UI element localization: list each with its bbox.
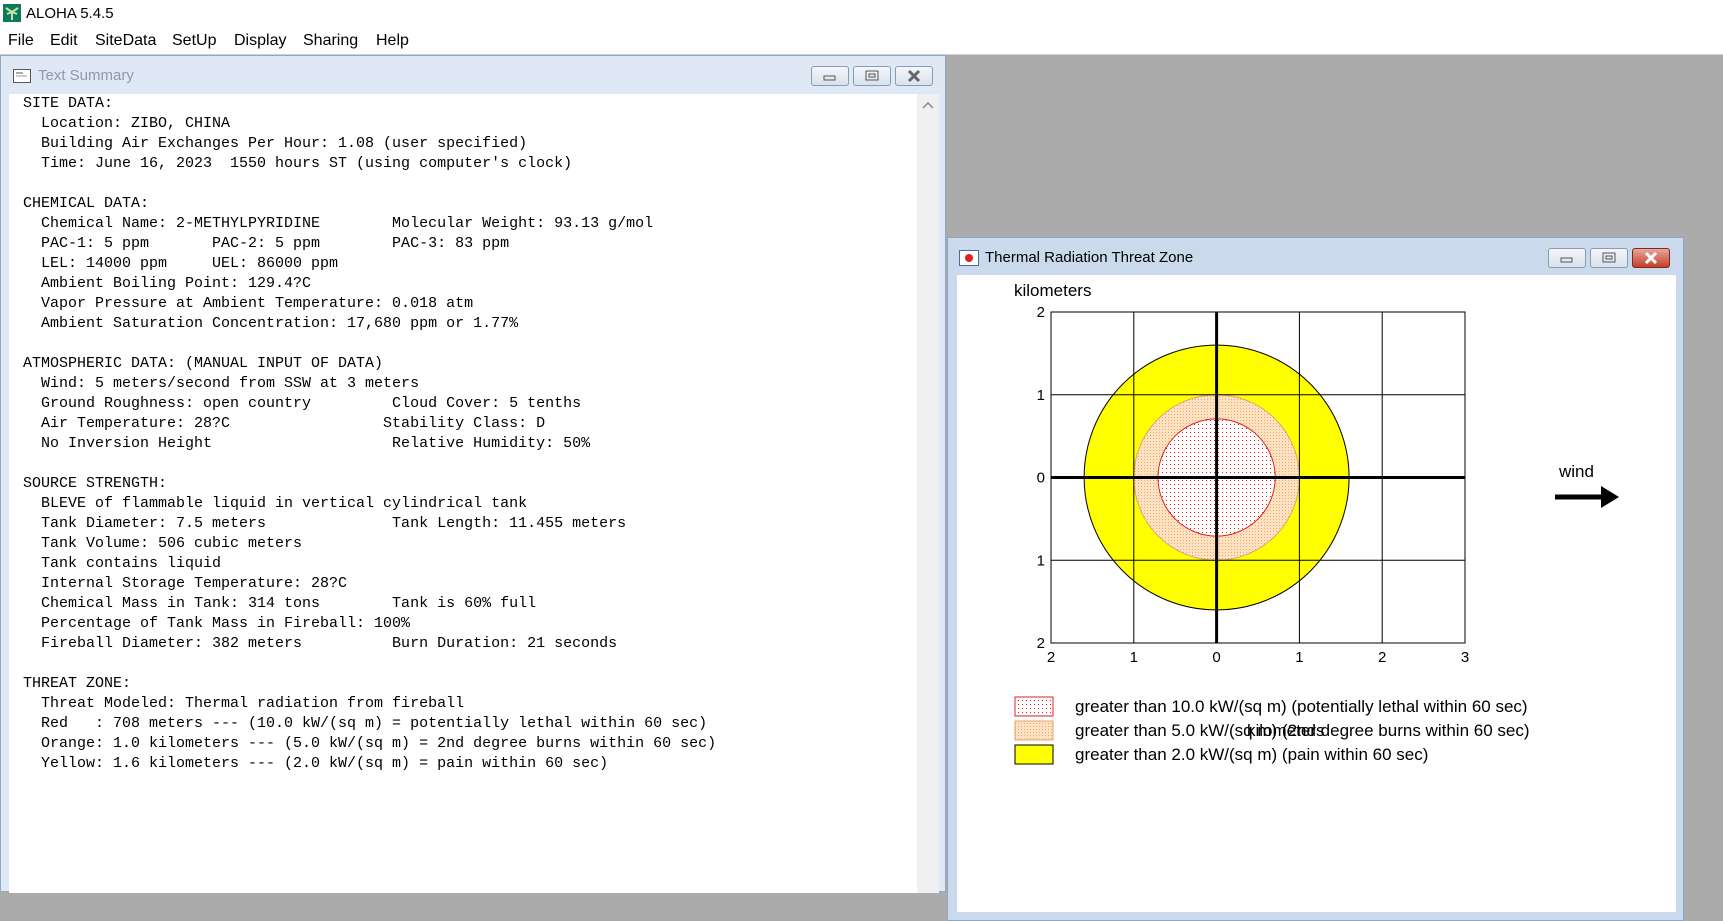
minimize-button[interactable] (811, 66, 849, 86)
maximize-button[interactable] (853, 66, 891, 86)
x-tick-label: 3 (1461, 649, 1469, 666)
restore-icon (865, 70, 879, 81)
threat-zone-window: Thermal Radiation Threat Zone kilometers… (947, 237, 1684, 921)
minimize-icon (1560, 257, 1573, 263)
menu-setup[interactable]: SetUp (172, 32, 216, 50)
legend-label: greater than 10.0 kW/(sq m) (potentially… (1075, 697, 1528, 716)
app-title: ALOHA 5.4.5 (26, 5, 114, 22)
mdi-workspace: Text Summary SITE DATA: Location: ZIBO, … (0, 55, 1723, 921)
y-tick-label: 1 (1037, 387, 1045, 404)
menu-edit[interactable]: Edit (50, 32, 78, 50)
threat-zone-titlebar[interactable]: Thermal Radiation Threat Zone (948, 238, 1683, 274)
document-icon (13, 69, 31, 83)
wind-label: wind (1558, 462, 1594, 481)
x-tick-label: 2 (1378, 649, 1386, 666)
app-titlebar: ALOHA 5.4.5 (0, 0, 1723, 29)
summary-text: SITE DATA: Location: ZIBO, CHINA Buildin… (23, 95, 717, 772)
menu-bar: File Edit SiteData SetUp Display Sharing… (0, 28, 1723, 55)
restore-icon (1602, 252, 1616, 263)
y-tick-label: 2 (1037, 635, 1045, 652)
legend-label: greater than 2.0 kW/(sq m) (pain within … (1075, 745, 1428, 764)
legend-label: greater than 5.0 kW/(sq m) (2nd degree b… (1075, 721, 1530, 740)
text-summary-title: Text Summary (38, 67, 134, 84)
menu-file[interactable]: File (8, 32, 34, 50)
threat-zone-title: Thermal Radiation Threat Zone (985, 249, 1194, 266)
text-summary-window: Text Summary SITE DATA: Location: ZIBO, … (0, 55, 946, 893)
y-tick-label: 2 (1037, 304, 1045, 321)
minimize-button[interactable] (1548, 248, 1586, 268)
x-tick-label: 1 (1130, 649, 1138, 666)
menu-sitedata[interactable]: SiteData (95, 32, 156, 50)
menu-display[interactable]: Display (234, 32, 286, 50)
close-icon (907, 69, 921, 83)
y-tick-label: 1 (1037, 552, 1045, 569)
x-tick-label: 1 (1295, 649, 1303, 666)
minimize-icon (823, 75, 836, 81)
legend-swatch-yellow (1014, 744, 1054, 765)
x-tick-label: 0 (1212, 649, 1220, 666)
legend-swatch-red (1014, 696, 1054, 717)
maximize-button[interactable] (1590, 248, 1628, 268)
menu-sharing[interactable]: Sharing (303, 32, 358, 50)
threat-zone-content: kilometers kilometers 21012321012 wind g… (957, 275, 1676, 912)
text-summary-titlebar[interactable]: Text Summary (1, 56, 945, 92)
wind-arrow-icon (1555, 486, 1619, 508)
close-button[interactable] (895, 66, 933, 86)
y-tick-label: 0 (1037, 470, 1045, 487)
close-button[interactable] (1632, 248, 1670, 268)
threat-map-icon (959, 250, 979, 266)
threat-zone-plot: kilometers kilometers 2 1 0 1 2 321012 wind g… (1014, 281, 1619, 765)
aloha-app-icon (3, 4, 21, 22)
close-icon (1644, 251, 1658, 265)
legend-swatch-orange (1014, 720, 1054, 741)
x-tick-label: 2 (1047, 649, 1055, 666)
y-axis-title: kilometers (1014, 281, 1091, 300)
scroll-up-icon[interactable] (922, 100, 934, 110)
vertical-scrollbar[interactable] (917, 94, 939, 893)
text-summary-content: SITE DATA: Location: ZIBO, CHINA Buildin… (9, 94, 917, 893)
menu-help[interactable]: Help (376, 32, 409, 50)
